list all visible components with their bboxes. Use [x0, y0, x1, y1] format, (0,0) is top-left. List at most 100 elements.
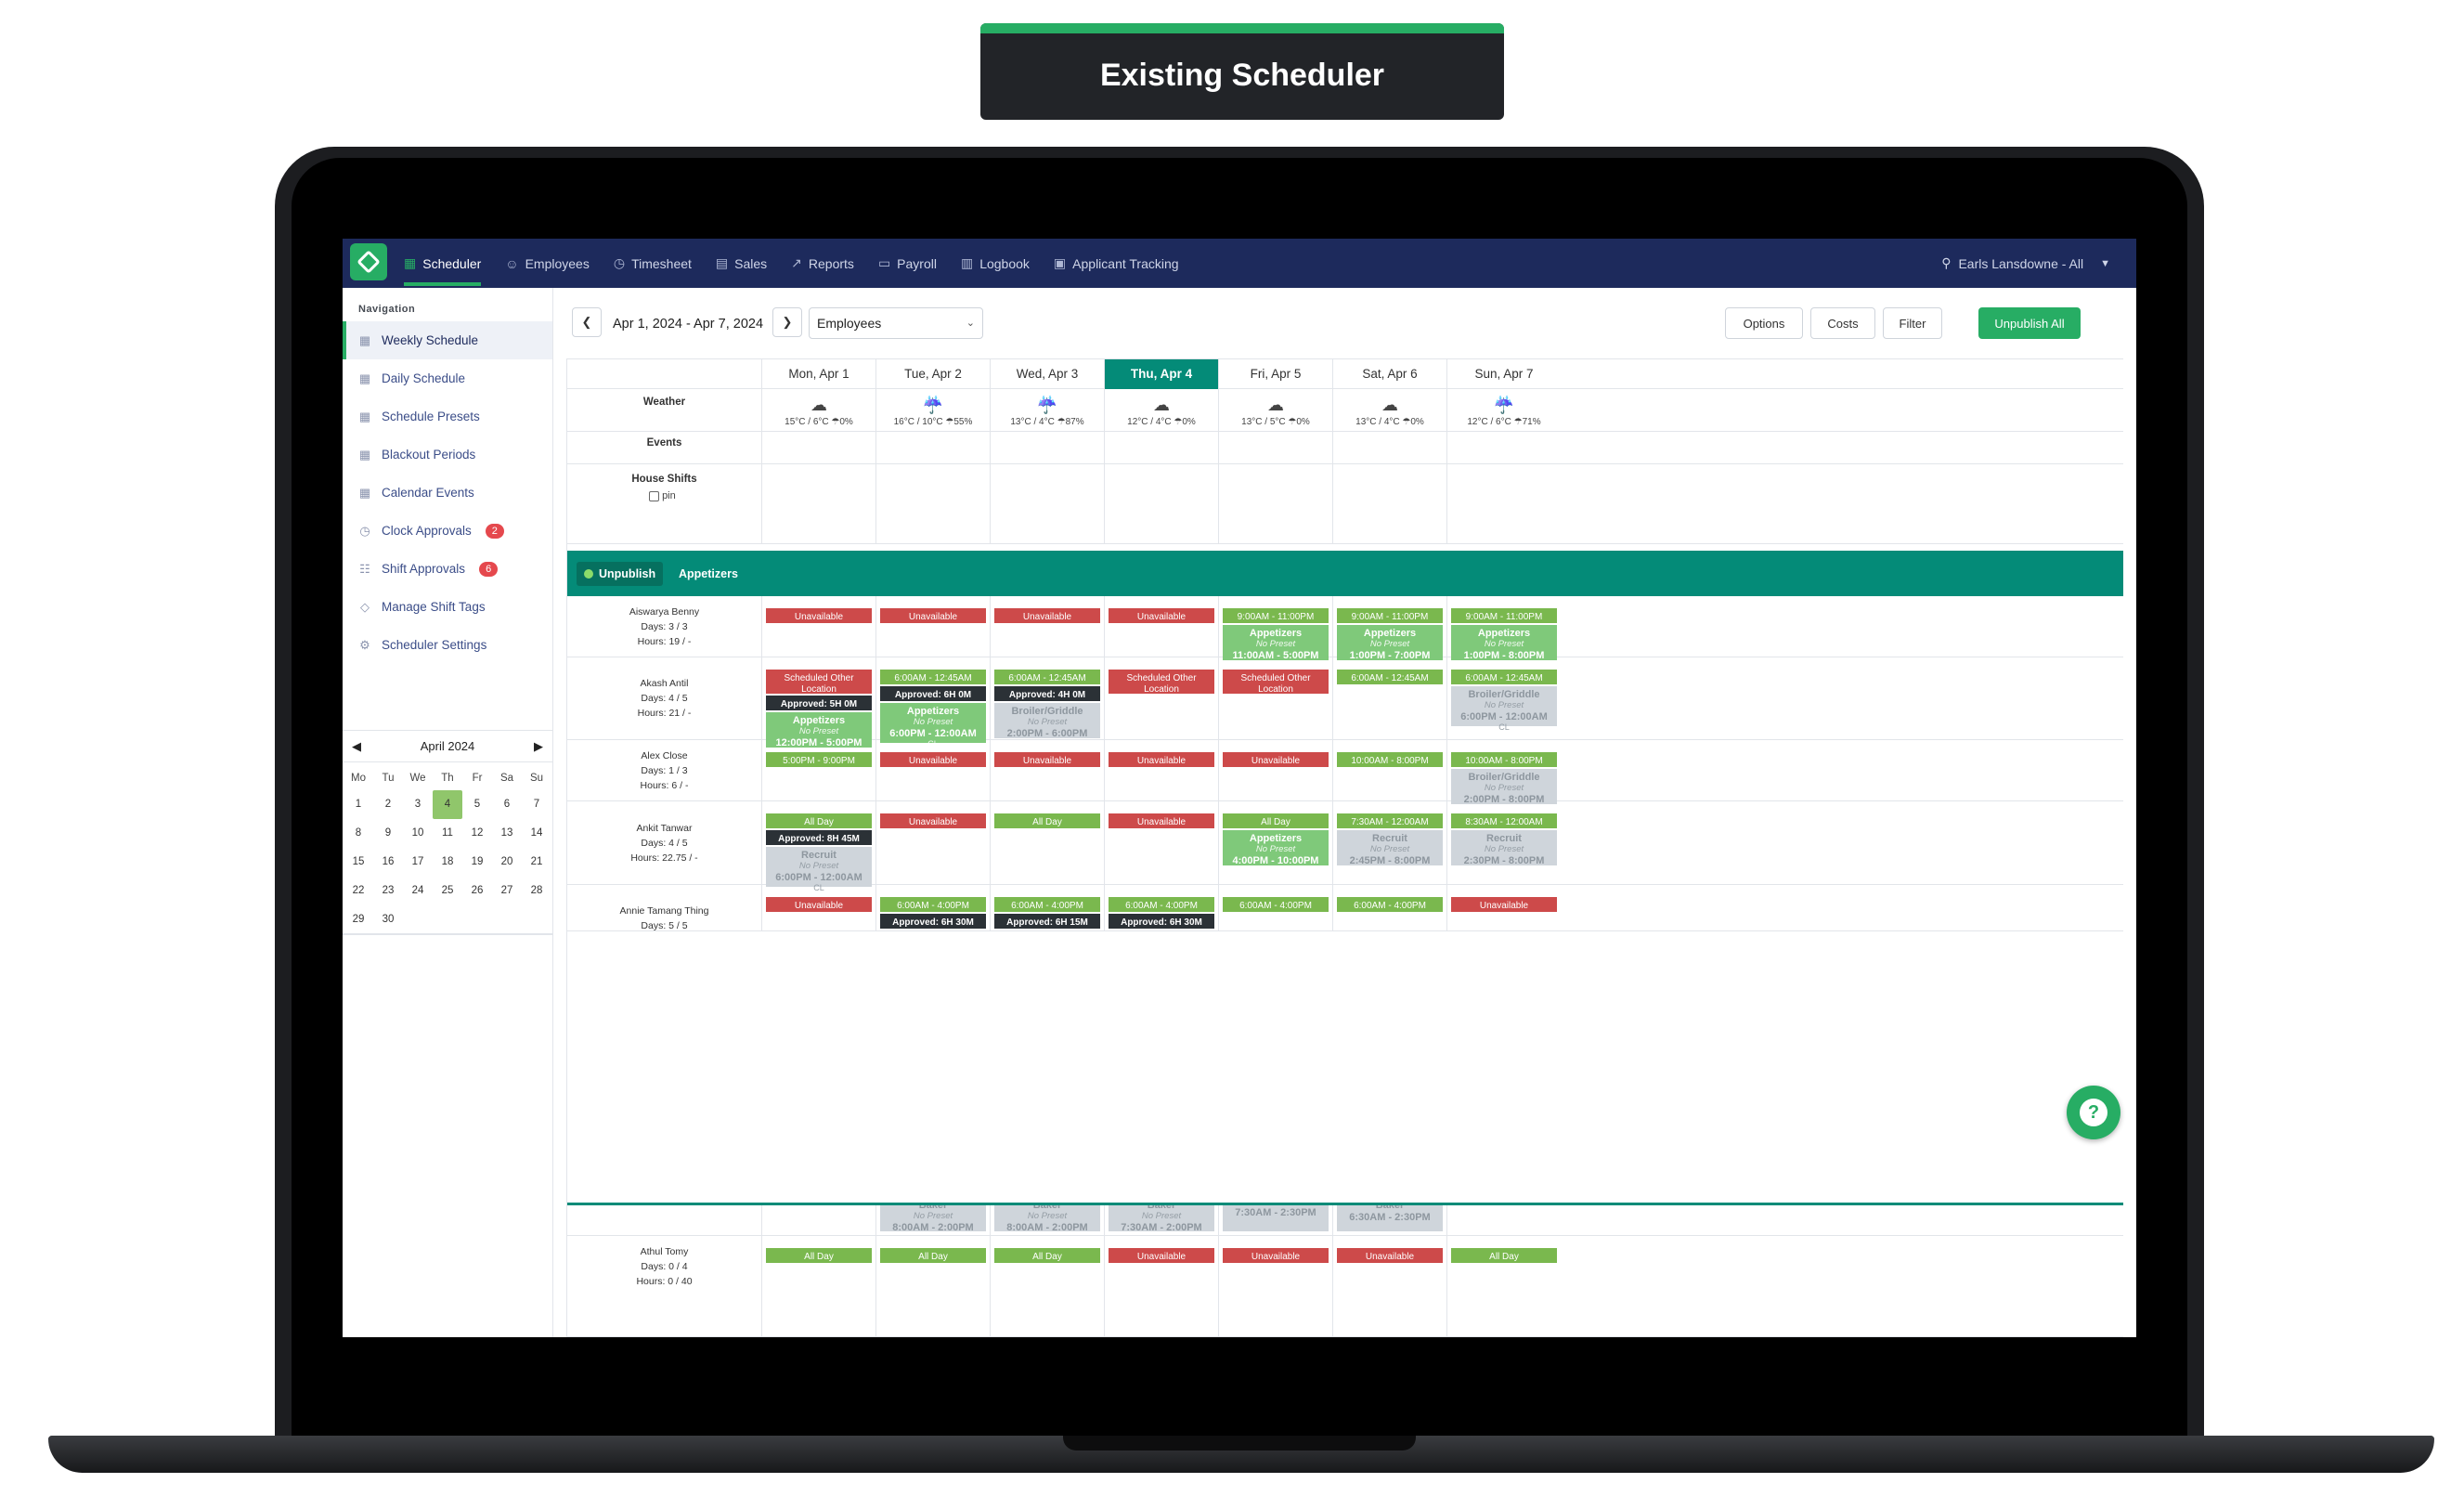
- house-shift-cell[interactable]: [990, 464, 1104, 543]
- schedule-cell[interactable]: Unavailable: [1104, 740, 1218, 800]
- available-block[interactable]: All Day: [1223, 813, 1329, 828]
- calendar-day[interactable]: 2: [373, 790, 403, 819]
- schedule-cell[interactable]: All Day: [990, 1236, 1104, 1336]
- shift-block-unpublished[interactable]: Baker No Preset 8:00AM - 2:00PM: [880, 1205, 986, 1233]
- schedule-cell[interactable]: 6:00AM - 4:00PM: [1332, 885, 1446, 930]
- schedule-cell[interactable]: Unavailable: [1104, 1236, 1218, 1336]
- events-cell[interactable]: [875, 432, 990, 463]
- available-block[interactable]: 6:00AM - 4:00PM: [994, 897, 1100, 912]
- available-block[interactable]: 6:00AM - 12:45AM: [994, 670, 1100, 684]
- calendar-day[interactable]: 18: [433, 848, 462, 877]
- available-block[interactable]: All Day: [994, 813, 1100, 828]
- schedule-cell[interactable]: Unavailable: [1104, 596, 1218, 657]
- help-button[interactable]: ?: [2067, 1086, 2120, 1139]
- calendar-day[interactable]: 13: [492, 819, 522, 848]
- sidebar-item-blackout-periods[interactable]: ▦ Blackout Periods: [343, 436, 552, 474]
- unavailable-block[interactable]: Unavailable: [880, 813, 986, 828]
- shift-block-unpublished[interactable]: Recruit No Preset 2:30PM - 8:00PM: [1451, 830, 1557, 866]
- events-cell[interactable]: [1446, 432, 1561, 463]
- shift-block[interactable]: Appetizers No Preset 4:00PM - 10:00PM: [1223, 830, 1329, 866]
- sidebar-item-calendar-events[interactable]: ▦ Calendar Events: [343, 474, 552, 512]
- pin-checkbox[interactable]: pin: [649, 490, 676, 501]
- approved-block[interactable]: Approved: 6H 30M: [880, 914, 986, 929]
- schedule-cell[interactable]: Unavailable: [875, 596, 990, 657]
- prev-week-button[interactable]: ❮: [572, 307, 602, 337]
- unavailable-block[interactable]: Unavailable: [1337, 1248, 1443, 1263]
- schedule-cell[interactable]: Unavailable: [1104, 801, 1218, 884]
- next-month-icon[interactable]: ▶: [534, 739, 543, 754]
- sidebar-item-shift-approvals[interactable]: ☷ Shift Approvals 6: [343, 550, 552, 588]
- schedule-cell[interactable]: Unavailable: [990, 596, 1104, 657]
- shift-block-unpublished[interactable]: Baker No Preset 7:30AM - 2:00PM: [1109, 1205, 1214, 1233]
- approved-block[interactable]: Approved: 4H 0M: [994, 686, 1100, 701]
- schedule-cell[interactable]: 7:30AM - 12:00AM Recruit No Preset 2:45PM -…: [1332, 801, 1446, 884]
- schedule-cell[interactable]: Unavailable: [875, 801, 990, 884]
- schedule-cell[interactable]: 6:00AM - 12:45AM Approved: 4H 0M Broiler/G…: [990, 657, 1104, 739]
- schedule-cell[interactable]: 6:00AM - 12:45AM: [1332, 657, 1446, 739]
- available-block[interactable]: 6:00AM - 4:00PM: [1109, 897, 1214, 912]
- day-header[interactable]: Mon, Apr 1: [761, 359, 875, 389]
- calendar-day[interactable]: 4: [433, 790, 462, 819]
- nav-item-sales[interactable]: ▤ Sales: [716, 239, 767, 288]
- calendar-day[interactable]: 29: [344, 905, 373, 934]
- employee-info[interactable]: Annie Tamang Thing Days: 5 / 5: [567, 885, 761, 930]
- house-shift-cell[interactable]: [1104, 464, 1218, 543]
- calendar-day[interactable]: 30: [373, 905, 403, 934]
- day-header[interactable]: Wed, Apr 3: [990, 359, 1104, 389]
- available-block[interactable]: 8:30AM - 12:00AM: [1451, 813, 1557, 828]
- available-block[interactable]: 6:00AM - 4:00PM: [880, 897, 986, 912]
- schedule-cell[interactable]: Baker No Preset 7:30AM - 2:00PM: [1104, 1205, 1218, 1235]
- schedule-cell[interactable]: Unavailable: [761, 596, 875, 657]
- schedule-cell[interactable]: Unavailable: [1218, 1236, 1332, 1336]
- schedule-cell[interactable]: 10:00AM - 8:00PM: [1332, 740, 1446, 800]
- shift-block-unpublished[interactable]: Broiler/Griddle No Preset 2:00PM - 6:00PM: [994, 703, 1100, 739]
- schedule-cell[interactable]: Unavailable: [1218, 740, 1332, 800]
- view-select[interactable]: Employees ⌄: [809, 307, 983, 339]
- house-shift-cell[interactable]: [761, 464, 875, 543]
- calendar-day[interactable]: 23: [373, 877, 403, 905]
- schedule-cell[interactable]: Unavailable: [990, 740, 1104, 800]
- available-block[interactable]: All Day: [1451, 1248, 1557, 1263]
- schedule-cell[interactable]: 10:00AM - 8:00PM Broiler/Griddle No Preset…: [1446, 740, 1561, 805]
- calendar-day[interactable]: 14: [522, 819, 551, 848]
- sidebar-item-daily-schedule[interactable]: ▦ Daily Schedule: [343, 359, 552, 397]
- employee-info[interactable]: Alex Close Days: 1 / 3 Hours: 6 / -: [567, 740, 761, 800]
- house-shift-cell[interactable]: [1218, 464, 1332, 543]
- approved-block[interactable]: Approved: 8H 45M: [766, 830, 872, 845]
- available-block[interactable]: 6:00AM - 12:45AM: [1337, 670, 1443, 684]
- employee-info[interactable]: Ankit Tanwar Days: 4 / 5 Hours: 22.75 / -: [567, 801, 761, 884]
- calendar-day[interactable]: 1: [344, 790, 373, 819]
- nav-item-payroll[interactable]: ▭ Payroll: [878, 239, 937, 288]
- house-shift-cell[interactable]: [1332, 464, 1446, 543]
- calendar-day[interactable]: 20: [492, 848, 522, 877]
- unavailable-block[interactable]: Unavailable: [1109, 813, 1214, 828]
- calendar-day[interactable]: 17: [403, 848, 433, 877]
- shift-block-unpublished[interactable]: Recruit No Preset 2:45PM - 8:00PM: [1337, 830, 1443, 866]
- group-unpublish-button[interactable]: Unpublish: [577, 562, 664, 586]
- calendar-day[interactable]: 11: [433, 819, 462, 848]
- events-cell[interactable]: [761, 432, 875, 463]
- events-cell[interactable]: [1332, 432, 1446, 463]
- schedule-cell[interactable]: Unavailable: [875, 740, 990, 800]
- schedule-cell[interactable]: Scheduled Other Location6:30PM - 11:00PM…: [761, 657, 875, 748]
- shift-block-unpublished[interactable]: Baker No Preset 8:00AM - 2:00PM: [994, 1205, 1100, 1233]
- schedule-cell[interactable]: [761, 1205, 875, 1235]
- app-logo[interactable]: [350, 243, 387, 280]
- shift-block-unpublished[interactable]: Recruit No Preset 6:00PM - 12:00AM CL: [766, 847, 872, 892]
- calendar-day[interactable]: 6: [492, 790, 522, 819]
- available-block[interactable]: 9:00AM - 11:00PM: [1451, 608, 1557, 623]
- calendar-day[interactable]: 25: [433, 877, 462, 905]
- calendar-day[interactable]: 27: [492, 877, 522, 905]
- approved-block[interactable]: Approved: 5H 0M: [766, 696, 872, 710]
- calendar-day[interactable]: 24: [403, 877, 433, 905]
- house-shift-cell[interactable]: [875, 464, 990, 543]
- unavailable-block[interactable]: Unavailable: [1109, 752, 1214, 767]
- calendar-day[interactable]: 21: [522, 848, 551, 877]
- schedule-cell[interactable]: 8:30AM - 12:00AM Recruit No Preset 2:30PM -…: [1446, 801, 1561, 884]
- shift-block[interactable]: Appetizers No Preset 1:00PM - 7:00PM: [1337, 625, 1443, 661]
- sidebar-item-weekly-schedule[interactable]: ▦ Weekly Schedule: [343, 321, 552, 359]
- day-header[interactable]: Sat, Apr 6: [1332, 359, 1446, 389]
- schedule-cell[interactable]: 9:00AM - 11:00PM Appetizers No Preset 1:00P…: [1332, 596, 1446, 661]
- schedule-cell[interactable]: 6:00AM - 12:45AM Broiler/Griddle No Preset…: [1446, 657, 1561, 739]
- unavailable-block[interactable]: Unavailable: [766, 608, 872, 623]
